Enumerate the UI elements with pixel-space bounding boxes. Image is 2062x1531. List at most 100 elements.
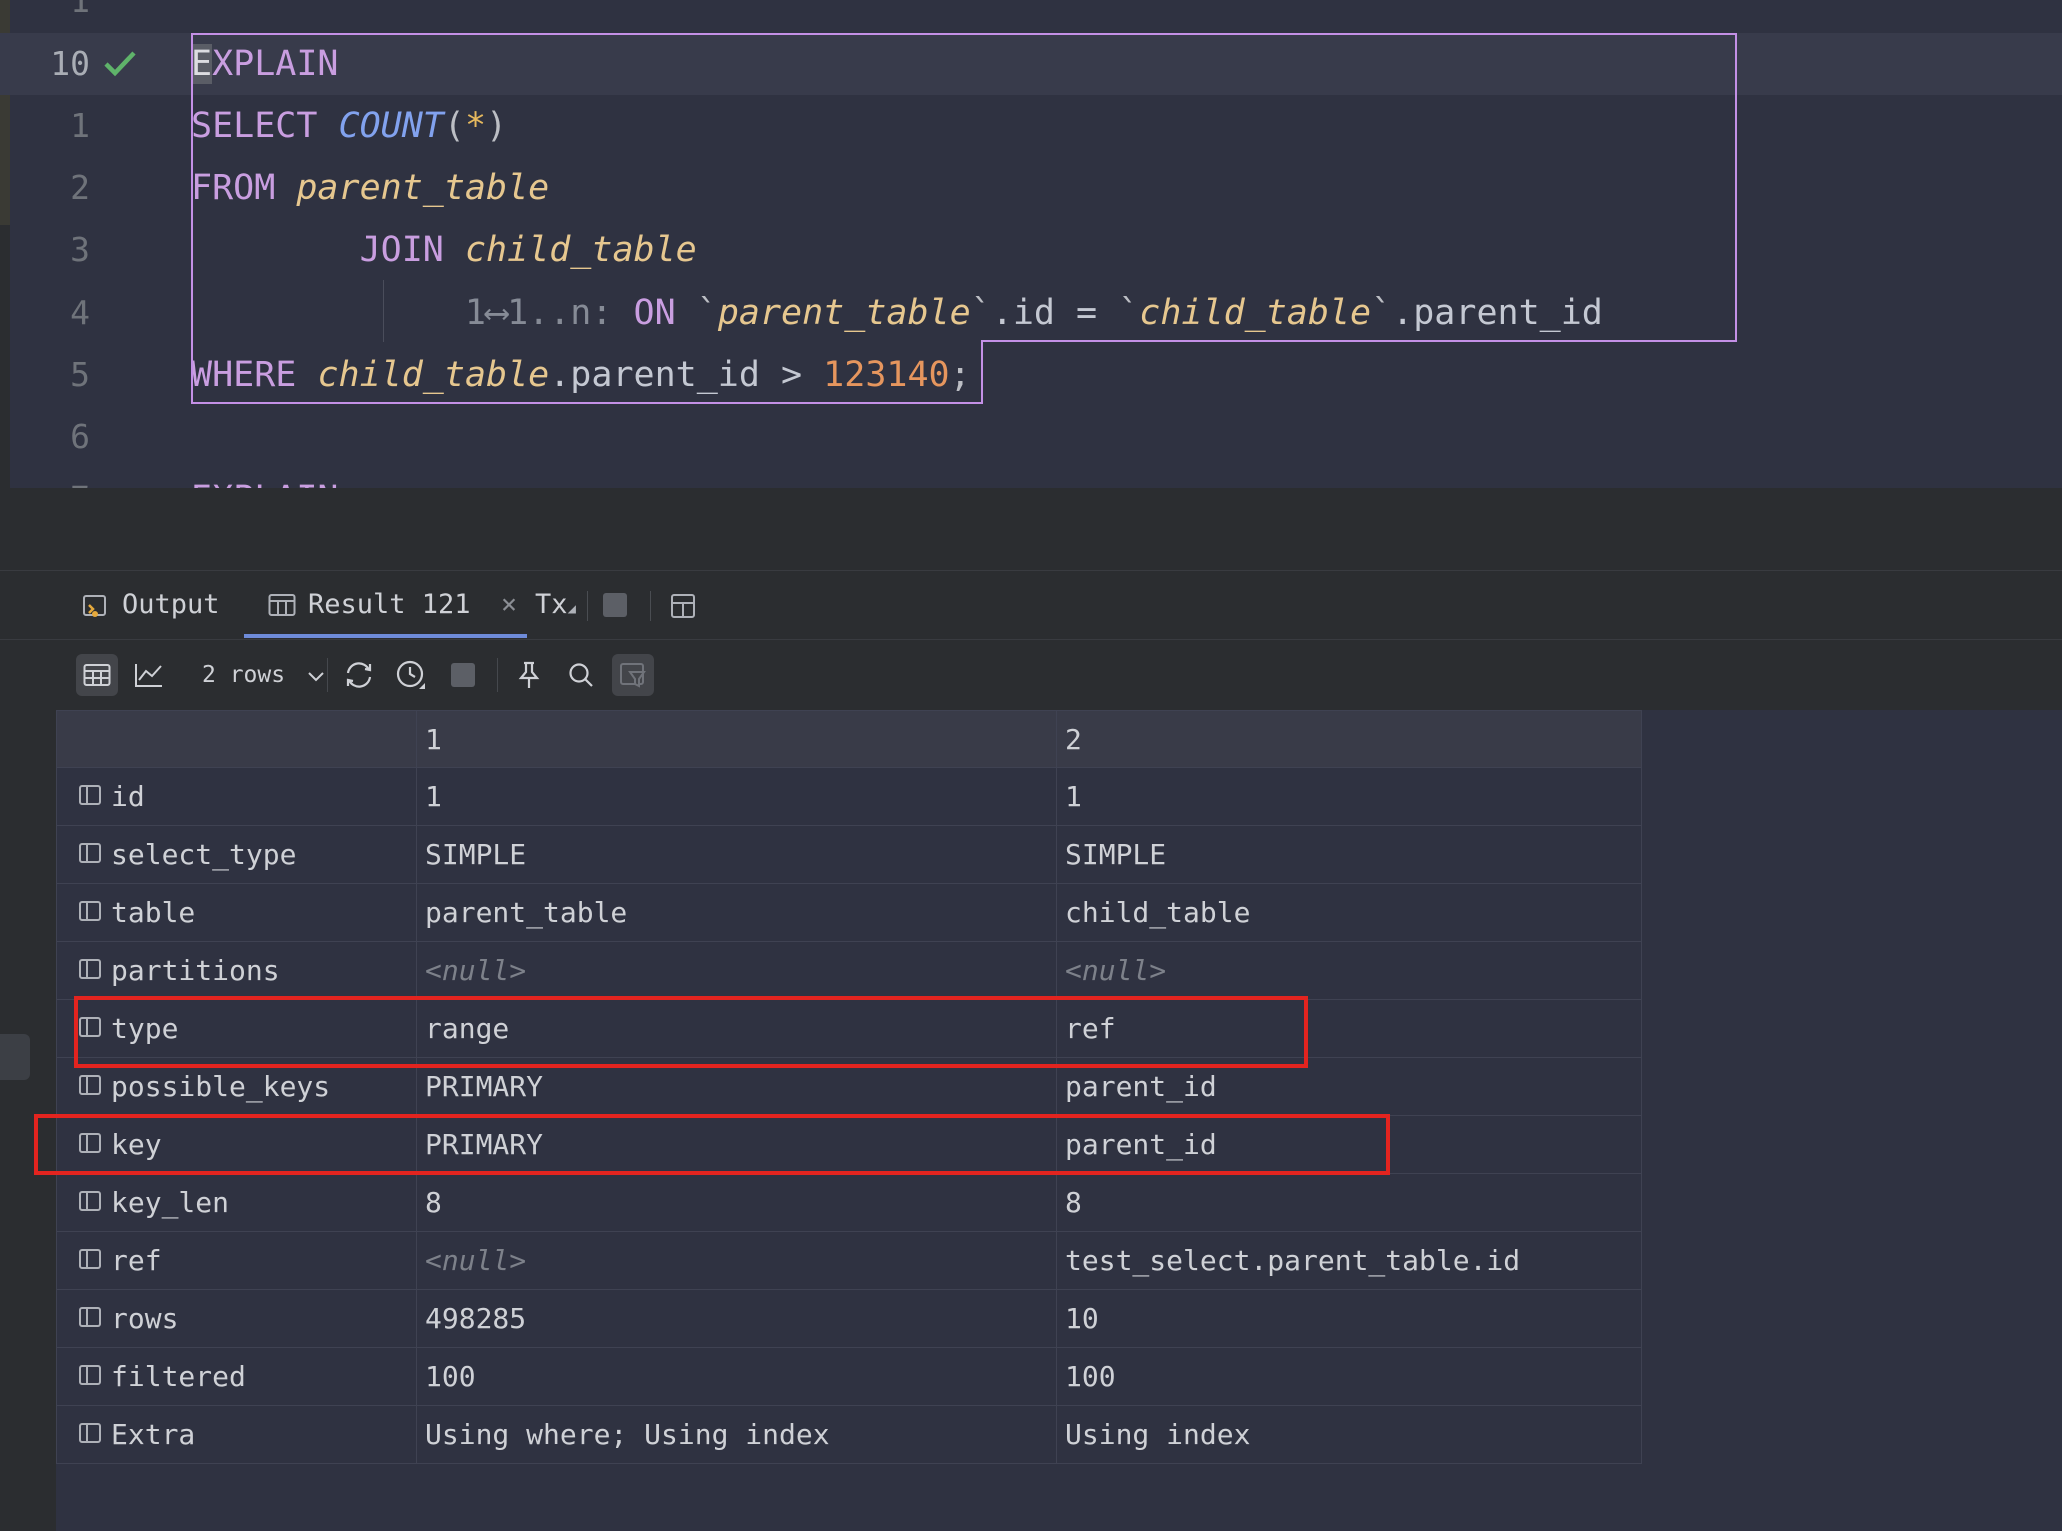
cell-value: <null>	[425, 1244, 527, 1277]
table-cell[interactable]: <null>	[416, 941, 1057, 1000]
row-header[interactable]: filtered	[56, 1347, 417, 1406]
table-cell[interactable]: SIMPLE	[416, 825, 1057, 884]
table-cell[interactable]: 1	[1056, 767, 1642, 826]
table-row[interactable]: key_len 8 8	[56, 1173, 1642, 1232]
row-header-label: filtered	[111, 1360, 246, 1393]
cell-value: 100	[425, 1360, 476, 1393]
cell-value: <null>	[1065, 954, 1167, 987]
row-icon	[79, 1423, 101, 1443]
tab-close-icon[interactable]: ×	[501, 589, 517, 620]
row-header[interactable]: rows	[56, 1289, 417, 1348]
row-header-label: select_type	[111, 838, 297, 871]
filter-button[interactable]	[612, 654, 654, 696]
history-button[interactable]	[390, 654, 432, 696]
table-row[interactable]: select_type SIMPLE SIMPLE	[56, 825, 1642, 884]
line-number: 2	[70, 168, 90, 207]
tab-result[interactable]: Result 121 ×	[268, 571, 517, 639]
table-cell[interactable]: Using where; Using index	[416, 1405, 1057, 1464]
table-row[interactable]: Extra Using where; Using index Using index	[56, 1405, 1642, 1464]
stop-button[interactable]	[603, 571, 627, 639]
table-row[interactable]: rows 498285 10	[56, 1289, 1642, 1348]
highlight-box-type	[74, 996, 1308, 1068]
editor-line[interactable]: 1	[0, 0, 2062, 32]
line-number: 1	[70, 0, 90, 20]
row-header[interactable]: partitions	[56, 941, 417, 1000]
row-header-label: key_len	[111, 1186, 230, 1219]
row-header[interactable]: Extra	[56, 1405, 417, 1464]
pin-icon	[518, 661, 540, 688]
row-icon	[79, 1249, 101, 1269]
table-cell[interactable]: 100	[1056, 1347, 1642, 1406]
table-cell[interactable]: <null>	[416, 1231, 1057, 1290]
clock-icon	[396, 660, 425, 689]
table-cell[interactable]: child_table	[1056, 883, 1642, 942]
row-header[interactable]: table	[56, 883, 417, 942]
chart-view-button[interactable]	[128, 654, 170, 696]
cell-value: 10	[1065, 1302, 1099, 1335]
table-cell[interactable]: <null>	[1056, 941, 1642, 1000]
table-row[interactable]: partitions <null> <null>	[56, 941, 1642, 1000]
table-row[interactable]: filtered 100 100	[56, 1347, 1642, 1406]
stop-icon	[603, 593, 627, 617]
cell-value: 1	[1065, 780, 1082, 813]
cell-value: PRIMARY	[425, 1070, 544, 1103]
cell-value: 100	[1065, 1360, 1116, 1393]
code-text[interactable]: EXPLAIN	[191, 468, 339, 488]
corner-header[interactable]	[56, 710, 417, 768]
table-cell[interactable]: SIMPLE	[1056, 825, 1642, 884]
editor-line[interactable]: 6	[0, 406, 2062, 468]
row-header[interactable]: key_len	[56, 1173, 417, 1232]
table-row[interactable]: id 1 1	[56, 767, 1642, 826]
cell-value: Using index	[1065, 1418, 1251, 1451]
row-header-label: rows	[111, 1302, 179, 1335]
statement-highlight-tail	[191, 340, 983, 404]
result-grid[interactable]: 1 2 id 1 1 select_type SIMPLE SIMPLE table pare…	[56, 710, 1642, 1464]
side-panel-handle[interactable]	[0, 1034, 30, 1080]
checkmark-icon	[104, 51, 136, 77]
row-header-label: ref	[111, 1244, 162, 1277]
row-header-label: partitions	[111, 954, 280, 987]
stop-query-button[interactable]	[442, 654, 484, 696]
refresh-button[interactable]	[338, 654, 380, 696]
statement-highlight-edge	[981, 340, 1737, 342]
tx-button[interactable]: Tx◢	[535, 571, 576, 639]
row-header[interactable]: id	[56, 767, 417, 826]
table-row[interactable]: ref <null> test_select.parent_table.id	[56, 1231, 1642, 1290]
table-row[interactable]: table parent_table child_table	[56, 883, 1642, 942]
row-header[interactable]: ref	[56, 1231, 417, 1290]
table-cell[interactable]: 100	[416, 1347, 1057, 1406]
panel-splitter[interactable]	[0, 488, 2062, 570]
table-cell[interactable]: 10	[1056, 1289, 1642, 1348]
search-button[interactable]	[560, 654, 602, 696]
row-header[interactable]: select_type	[56, 825, 417, 884]
chart-icon	[135, 664, 162, 687]
table-cell[interactable]: 8	[1056, 1173, 1642, 1232]
cell-value: parent_table	[425, 896, 628, 929]
statement-highlight	[191, 33, 1737, 340]
table-cell[interactable]: Using index	[1056, 1405, 1642, 1464]
sql-editor[interactable]: 1 10 EXPLAIN 1 SELECT COUNT(*) 2 FROM parent_t…	[0, 0, 2062, 488]
row-icon	[79, 1075, 101, 1095]
row-icon	[79, 843, 101, 863]
table-cell[interactable]: 1	[416, 767, 1057, 826]
rows-dropdown[interactable]: 2 rows	[202, 654, 325, 696]
cell-value: Using where; Using index	[425, 1418, 830, 1451]
column-header-2[interactable]: 2	[1056, 710, 1642, 768]
table-cell[interactable]: test_select.parent_table.id	[1056, 1231, 1642, 1290]
row-icon	[79, 959, 101, 979]
cell-value: 1	[425, 780, 442, 813]
table-cell[interactable]: 498285	[416, 1289, 1057, 1348]
column-header-1[interactable]: 1	[416, 710, 1057, 768]
table-view-button[interactable]	[76, 654, 118, 696]
layout-icon	[671, 594, 695, 618]
pin-button[interactable]	[508, 654, 550, 696]
table-cell[interactable]: parent_table	[416, 883, 1057, 942]
row-header-label: Extra	[111, 1418, 196, 1451]
filter-icon	[620, 663, 646, 688]
row-icon	[79, 1191, 101, 1211]
tab-output[interactable]: Output	[82, 571, 220, 639]
cell-value: <null>	[425, 954, 527, 987]
table-cell[interactable]: 8	[416, 1173, 1057, 1232]
editor-line[interactable]: 7 EXPLAIN	[0, 468, 2062, 488]
active-tab-indicator	[244, 634, 527, 638]
